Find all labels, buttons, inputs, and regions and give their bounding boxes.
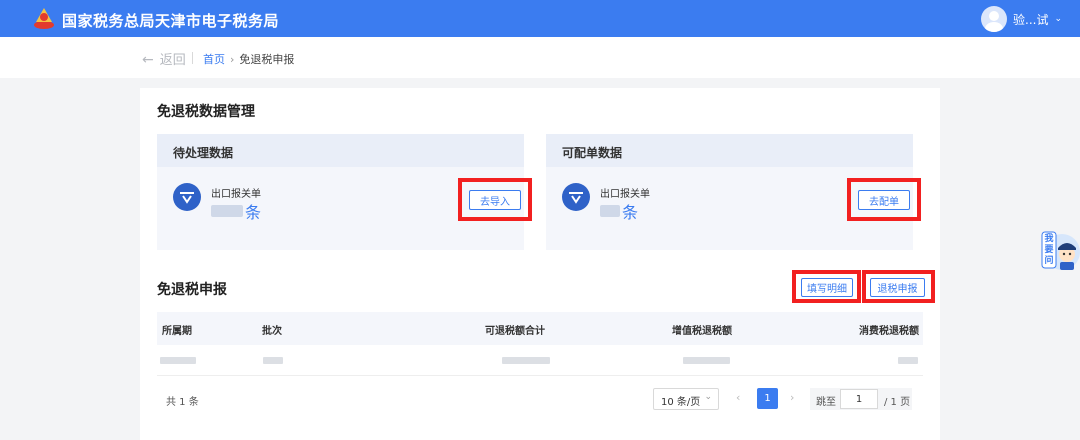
matchable-panel-title: 可配单数据 <box>546 134 913 167</box>
chevron-down-icon[interactable]: ⌄ <box>704 392 712 402</box>
column-consumption-tax-refund: 消费税退税额 <box>859 326 919 337</box>
top-bar: 国家税务总局天津市电子税务局 验...试 ⌄ <box>0 0 1080 37</box>
declare-refund-button[interactable]: 退税申报 <box>870 278 925 297</box>
go-import-button[interactable]: 去导入 <box>469 190 521 210</box>
pending-panel-title: 待处理数据 <box>157 134 524 167</box>
column-period: 所属期 <box>162 326 192 337</box>
site-title: 国家税务总局天津市电子税务局 <box>62 12 280 30</box>
divider <box>192 52 193 64</box>
avatar[interactable] <box>981 6 1007 32</box>
table-row[interactable] <box>157 345 923 376</box>
page-size-value[interactable]: 10 条/页 <box>661 397 700 408</box>
go-match-button[interactable]: 去配单 <box>858 190 910 210</box>
column-batch: 批次 <box>262 326 282 337</box>
redacted-count <box>211 205 243 217</box>
user-menu[interactable]: 验...试 ⌄ <box>981 6 1062 32</box>
redacted-cell <box>898 357 918 364</box>
pending-count: 条 <box>211 199 261 223</box>
arrow-left-icon[interactable]: ← <box>142 52 154 68</box>
matchable-item-label: 出口报关单 <box>600 189 650 200</box>
matchable-count-unit: 条 <box>622 203 639 222</box>
prev-page-icon[interactable]: ‹ <box>736 391 740 404</box>
page-jump: 跳至 / 1 页 <box>810 388 912 410</box>
back-button[interactable]: ← 返回 <box>142 49 186 68</box>
redacted-cell <box>160 357 196 364</box>
matchable-count: 条 <box>600 199 638 223</box>
redacted-cell <box>502 357 550 364</box>
column-vat-refund: 增值税退税额 <box>672 326 732 337</box>
next-page-icon[interactable]: › <box>790 391 794 404</box>
main-card: 免退税数据管理 待处理数据 出口报关单 条 去导入 可配单数据 出口报关单 条 … <box>140 88 940 440</box>
pending-item-label: 出口报关单 <box>211 189 261 200</box>
jump-prefix: 跳至 <box>816 397 836 408</box>
redacted-cell <box>683 357 730 364</box>
user-name[interactable]: 验...试 <box>1013 11 1048 28</box>
fill-detail-button[interactable]: 填写明细 <box>801 278 853 297</box>
total-count: 共 1 条 <box>166 397 199 408</box>
column-total-refund: 可退税额合计 <box>485 326 545 337</box>
breadcrumb-current: 免退税申报 <box>239 53 295 66</box>
customs-declaration-icon <box>173 183 201 211</box>
redacted-count <box>600 205 620 217</box>
data-management-title: 免退税数据管理 <box>157 104 255 120</box>
jump-suffix: / 1 页 <box>884 397 911 408</box>
table-header: 所属期 批次 可退税额合计 增值税退税额 消费税退税额 <box>157 312 923 345</box>
assistant-label[interactable]: 我要问 <box>1043 234 1055 267</box>
page-size-select[interactable]: 10 条/页 ⌄ <box>653 388 719 410</box>
breadcrumb-home[interactable]: 首页 <box>203 53 225 66</box>
tax-bureau-emblem-icon <box>34 8 54 29</box>
jump-page-input[interactable] <box>840 389 878 409</box>
declaration-title: 免退税申报 <box>157 282 227 298</box>
matchable-data-panel: 可配单数据 出口报关单 条 去配单 <box>546 134 921 250</box>
back-label[interactable]: 返回 <box>160 53 186 68</box>
assistant-float-button[interactable]: 我要问 <box>1038 228 1080 272</box>
pending-count-unit: 条 <box>245 203 262 222</box>
customs-declaration-icon <box>562 183 590 211</box>
breadcrumb: 首页 › 免退税申报 <box>203 51 294 67</box>
pending-data-panel: 待处理数据 出口报关单 条 去导入 <box>157 134 532 250</box>
chevron-down-icon[interactable]: ⌄ <box>1054 14 1062 24</box>
redacted-cell <box>263 357 283 364</box>
chevron-right-icon: › <box>230 53 235 66</box>
page-number-current[interactable]: 1 <box>757 388 778 409</box>
breadcrumb-bar: ← 返回 首页 › 免退税申报 <box>0 37 1080 78</box>
